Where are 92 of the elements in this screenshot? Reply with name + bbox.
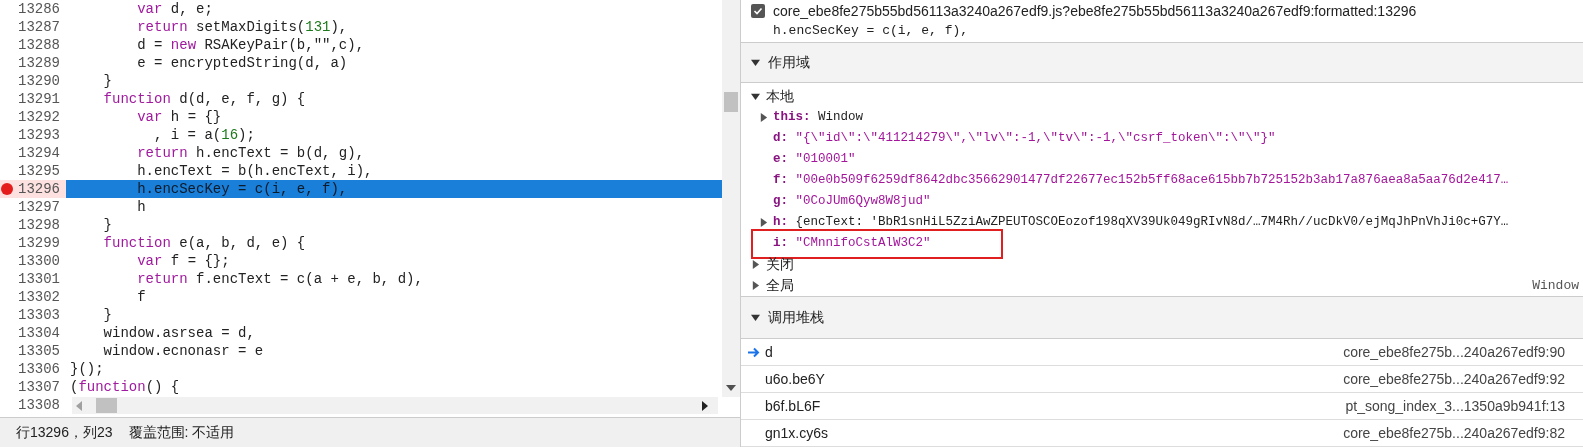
- code-line: return f.encText = c(a + e, b, d),: [136, 271, 423, 287]
- section-title: 调用堆栈: [768, 308, 824, 327]
- line-number: 13299: [17, 234, 60, 252]
- scroll-right-icon[interactable]: [702, 400, 708, 411]
- section-header[interactable]: 作用域: [741, 43, 1583, 83]
- code-line: var d, e;: [136, 1, 213, 17]
- vertical-scrollbar[interactable]: [722, 0, 740, 397]
- code-line: window.ecnonasr = e: [102, 343, 264, 359]
- line-number: 13298: [17, 216, 60, 234]
- code-line: h.encText = b(h.encText, i),: [136, 163, 373, 179]
- scope-variable[interactable]: h: {encText: 'BbR1snHiL5ZziAwZPEUTOSCOEozof198qXV39Uk049gRIvN8d/…7M4Rh//ucDkV0/ejMqJhPnVhJi0c+G7Y…: [773, 213, 1509, 232]
- scrollbar-thumb[interactable]: [724, 92, 738, 112]
- scope-group[interactable]: 全局: [766, 275, 794, 296]
- frame-location: core_ebe8fe275b...240a267edf9:92: [1343, 369, 1565, 389]
- line-number: 13301: [17, 270, 60, 288]
- collapse-triangle-icon[interactable]: [751, 281, 760, 290]
- code-line: h: [136, 199, 146, 215]
- cursor-position: 行13296，列23: [16, 423, 113, 442]
- code-line: return h.encText = b(d, g),: [136, 145, 365, 161]
- expand-triangle-icon[interactable]: [751, 313, 760, 322]
- scope-value: Window: [1532, 276, 1579, 295]
- line-number: 13287: [17, 18, 60, 36]
- frame-location: pt_song_index_3...1350a9b941f:13: [1345, 396, 1565, 416]
- collapse-triangle-icon[interactable]: [759, 218, 768, 227]
- scope-group[interactable]: 关闭: [766, 254, 794, 275]
- line-number: 13308: [17, 396, 60, 414]
- expand-triangle-icon[interactable]: [751, 58, 760, 67]
- line-number: 13295: [17, 162, 60, 180]
- line-number: 13307: [17, 378, 60, 396]
- scroll-down-icon[interactable]: [726, 385, 736, 391]
- line-number: 13305: [17, 342, 60, 360]
- code-line: return setMaxDigits(131),: [136, 19, 348, 35]
- call-stack-frame[interactable]: gn1x.cy6s core_ebe8fe275b...240a267edf9:82: [741, 420, 1583, 447]
- coverage-status: 覆盖范围: 不适用: [128, 423, 235, 442]
- frame-location: core_ebe8fe275b...240a267edf9:82: [1343, 423, 1565, 443]
- scope-variable[interactable]: d: "{\"id\":\"411214279\",\"lv\":-1,\"tv\":-1,\"csrf_token\":\"\"}": [773, 129, 1276, 148]
- call-stack-frame[interactable]: d core_ebe8fe275b...240a267edf9:90: [741, 339, 1583, 366]
- code-line: }: [102, 73, 112, 89]
- line-number: 13293: [17, 126, 60, 144]
- line-number: 13306: [17, 360, 60, 378]
- collapse-triangle-icon[interactable]: [751, 260, 760, 269]
- line-number: 13289: [17, 54, 60, 72]
- code-line: var f = {};: [136, 253, 230, 269]
- frame-name: u6o.be6Y: [765, 369, 825, 389]
- frame-location: core_ebe8fe275b...240a267edf9:90: [1343, 342, 1565, 362]
- code-line: f: [136, 289, 146, 305]
- code-line: }: [102, 307, 112, 323]
- code-line: h.encSecKey = c(i, e, f),: [136, 181, 348, 197]
- line-number: 13304: [17, 324, 60, 342]
- horizontal-scrollbar[interactable]: [72, 397, 718, 414]
- line-number: 13297: [17, 198, 60, 216]
- line-number: 13290: [17, 72, 60, 90]
- code-line: }();: [70, 361, 104, 377]
- code-line: }: [102, 217, 112, 233]
- line-number: 13291: [17, 90, 60, 108]
- call-stack-frame[interactable]: u6o.be6Y core_ebe8fe275b...240a267edf9:92: [741, 366, 1583, 393]
- scope-variable[interactable]: i: "CMnnifoCstAlW3C2": [773, 234, 931, 253]
- scope-variable[interactable]: g: "0CoJUm6Qyw8W8jud": [773, 192, 931, 211]
- section-title: 作用域: [768, 53, 810, 72]
- collapse-triangle-icon[interactable]: [759, 113, 768, 122]
- line-number: 13294: [17, 144, 60, 162]
- call-stack-frame[interactable]: b6f.bL6F pt_song_index_3...1350a9b941f:13: [741, 393, 1583, 420]
- scope-variable[interactable]: e: "010001": [773, 150, 856, 169]
- line-number: 13286: [17, 0, 60, 18]
- scope-variable[interactable]: f: "00e0b509f6259df8642dbc35662901477df22677ec152b5ff68ace615bb7b725152b3ab17a876aea8a5aa76d2e417…: [773, 171, 1509, 190]
- line-number: 13303: [17, 306, 60, 324]
- scrollbar-thumb[interactable]: [96, 398, 117, 413]
- code-line: function e(a, b, d, e) {: [102, 235, 306, 251]
- scope-group[interactable]: 本地: [766, 86, 794, 107]
- frame-name: gn1x.cy6s: [765, 423, 829, 443]
- scope-variable[interactable]: this: Window: [773, 108, 864, 127]
- breakpoint-marker[interactable]: [1, 183, 13, 195]
- checkmark-icon: [753, 6, 763, 16]
- code-line: function d(d, e, f, g) {: [102, 91, 306, 107]
- line-number: 13296: [17, 180, 60, 198]
- frame-name: b6f.bL6F: [765, 396, 821, 416]
- expand-triangle-icon[interactable]: [751, 92, 760, 101]
- code-line: (function() {: [70, 379, 180, 395]
- frame-name: d: [765, 342, 773, 362]
- code-line: e = encryptedString(d, a): [136, 55, 348, 71]
- line-number: 13302: [17, 288, 60, 306]
- code-line: d = new RSAKeyPair(b,"",c),: [136, 37, 365, 53]
- line-number: 13288: [17, 36, 60, 54]
- line-number: 13300: [17, 252, 60, 270]
- breakpoint-checkbox[interactable]: [751, 4, 765, 18]
- line-number: 13292: [17, 108, 60, 126]
- code-line: var h = {}: [136, 109, 222, 125]
- code-line: window.asrsea = d,: [102, 325, 255, 341]
- section-header[interactable]: 调用堆栈: [741, 297, 1583, 339]
- code-line: , i = a(16);: [153, 127, 255, 143]
- breakpoint-location[interactable]: core_ebe8fe275b55bd56113a3240a267edf9.js?ebe8fe275b55bd56113a3240a267edf9:formatted:13296: [773, 2, 1417, 21]
- breakpoint-code: h.encSecKey = c(i, e, f),: [773, 22, 970, 40]
